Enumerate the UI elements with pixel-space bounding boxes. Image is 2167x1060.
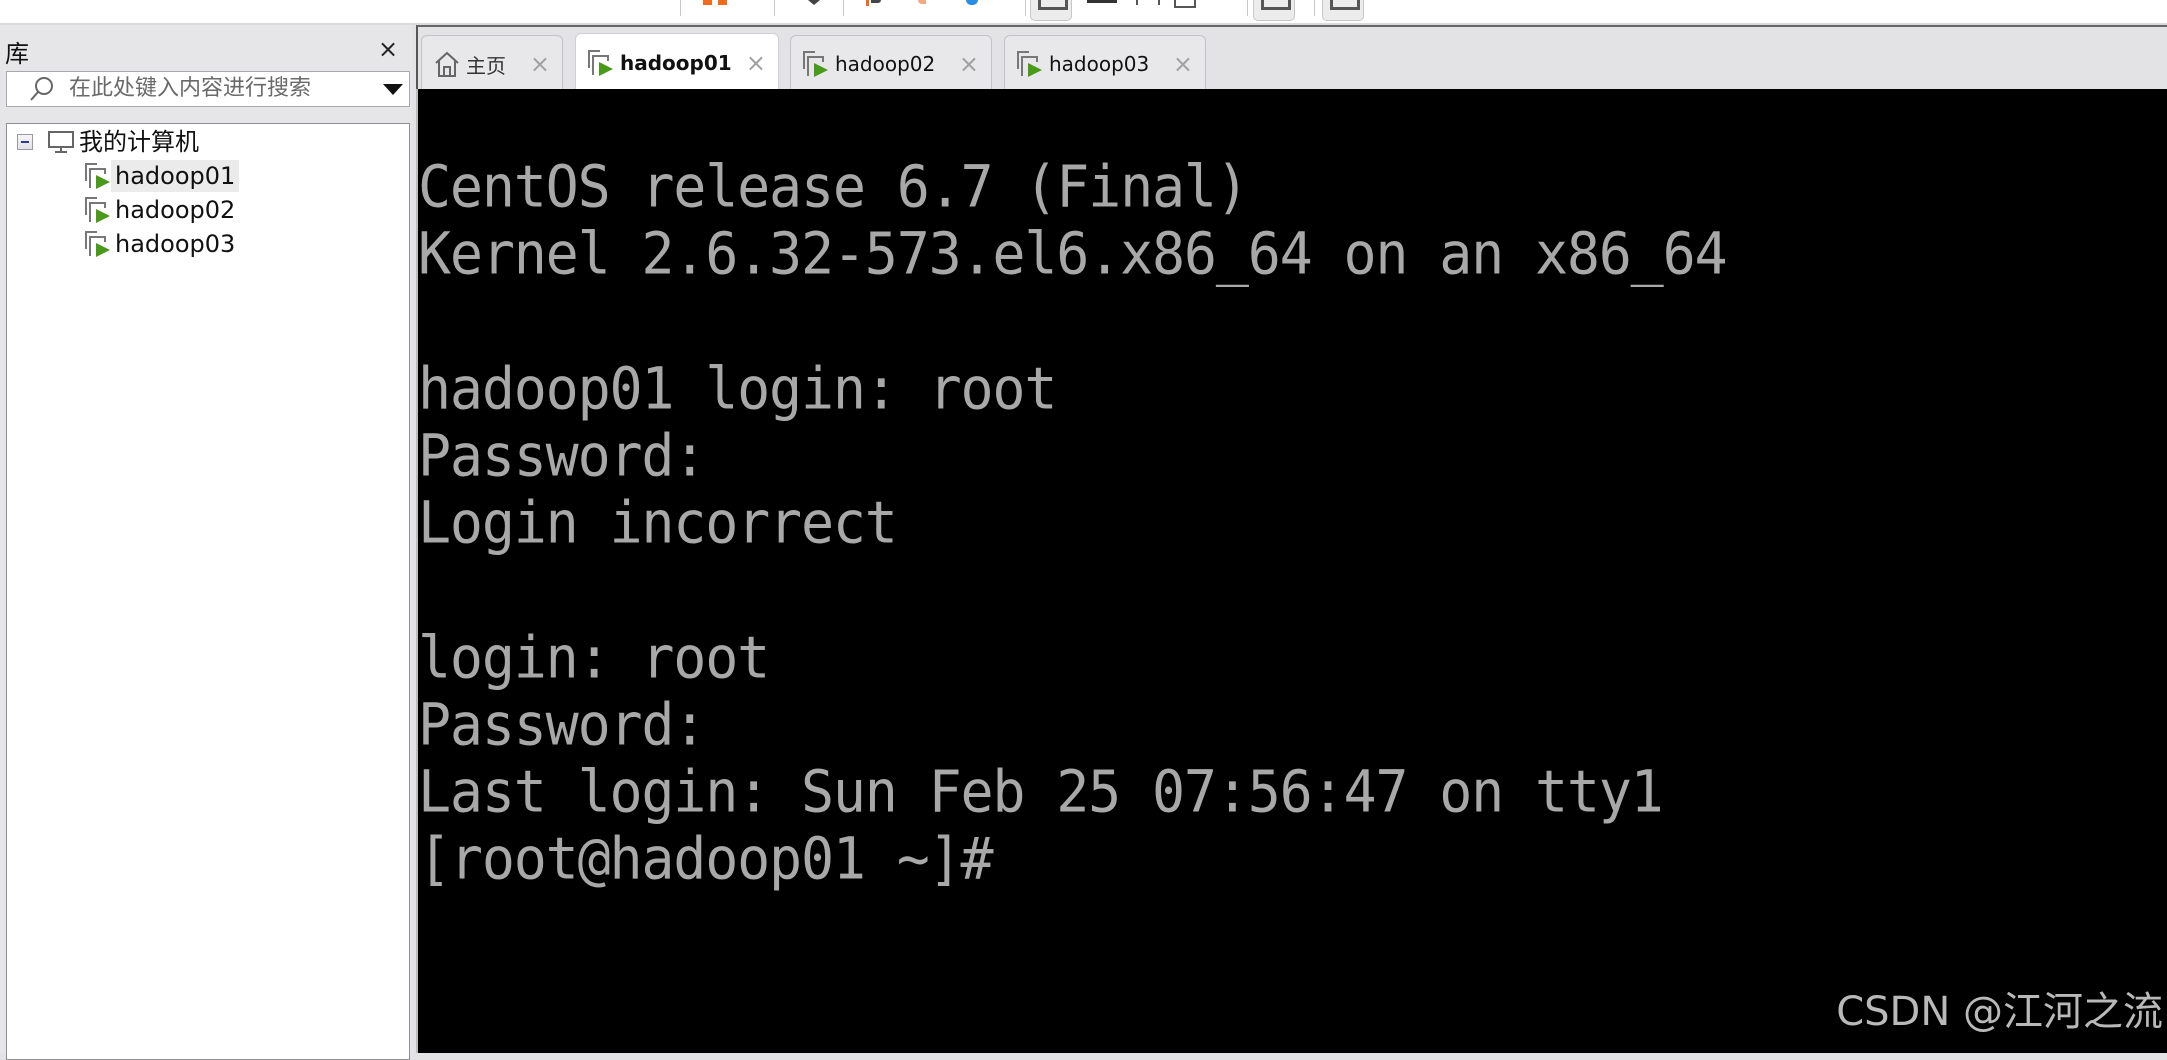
toolbar-separator: [680, 0, 681, 16]
close-tab-icon[interactable]: ×: [746, 49, 766, 77]
tab-hadoop03[interactable]: hadoop03 ×: [1004, 35, 1206, 92]
tree-item-hadoop02[interactable]: hadoop02: [83, 194, 239, 226]
watermark: CSDN @江河之流: [1836, 989, 2163, 1035]
collapse-icon[interactable]: [17, 134, 33, 150]
library-button[interactable]: [1322, 0, 1364, 21]
unity-icon[interactable]: [1087, 0, 1117, 17]
tab-hadoop02[interactable]: hadoop02 ×: [790, 35, 992, 92]
revert-icon[interactable]: [918, 0, 932, 17]
tree-root-label: 我的计算机: [79, 128, 199, 156]
toolbar-separator: [1247, 0, 1248, 16]
toolbar: [0, 0, 2167, 25]
console-line: Login incorrect: [418, 488, 898, 557]
library-search[interactable]: [6, 71, 410, 107]
vm-console[interactable]: CentOS release 6.7 (Final) Kernel 2.6.32…: [416, 89, 2167, 1053]
toolbar-separator: [1314, 0, 1315, 16]
pause-icon[interactable]: [703, 0, 729, 17]
home-icon: [435, 51, 459, 77]
tab-hadoop01[interactable]: hadoop01 ×: [575, 33, 779, 92]
search-dropdown-icon[interactable]: [383, 84, 403, 95]
vm-running-icon: [85, 197, 110, 223]
tab-bar: 主页 × hadoop01 × hadoop02 × hadoop03 ×: [416, 25, 2167, 92]
thumbnail-icon: [1261, 0, 1291, 10]
search-icon: [30, 77, 53, 101]
vm-running-icon: [588, 50, 613, 76]
toolbar-separator: [1025, 0, 1026, 16]
vm-running-icon: [1017, 51, 1042, 77]
close-tab-icon[interactable]: ×: [1173, 50, 1193, 78]
close-tab-icon[interactable]: ×: [530, 50, 550, 78]
tree-item-hadoop03[interactable]: hadoop03: [83, 228, 239, 260]
console-line: Password:: [418, 421, 706, 490]
tab-label: hadoop02: [835, 52, 936, 76]
view-console-button[interactable]: [1030, 0, 1072, 21]
vm-running-icon: [85, 163, 110, 189]
library-title: 库: [5, 40, 29, 68]
fullscreen-icon[interactable]: [1136, 0, 1160, 17]
close-library-button[interactable]: ×: [378, 35, 398, 63]
console-prompt: [root@hadoop01 ~]#: [418, 824, 994, 893]
tab-label: hadoop01: [620, 51, 732, 75]
vm-running-icon: [803, 51, 828, 77]
view-console-icon: [1038, 0, 1068, 10]
manage-snapshot-icon[interactable]: [966, 0, 980, 17]
console-line: CentOS release 6.7 (Final): [418, 152, 1249, 221]
vm-running-icon: [85, 231, 110, 257]
console-line: hadoop01 login: root: [418, 354, 1057, 423]
console-line: Last login: Sun Feb 25 07:56:47 on tty1: [418, 757, 1664, 826]
tree-root-my-computer[interactable]: 我的计算机: [17, 126, 203, 158]
tab-label: 主页: [466, 53, 506, 78]
snapshot-icon[interactable]: [866, 0, 886, 17]
tree-item-label: hadoop03: [115, 230, 236, 258]
tab-home[interactable]: 主页 ×: [421, 35, 563, 92]
close-tab-icon[interactable]: ×: [959, 50, 979, 78]
toolbar-separator: [774, 0, 775, 16]
fit-icon[interactable]: [1174, 0, 1202, 17]
console-line: Password:: [418, 690, 706, 759]
computer-icon: [48, 131, 74, 153]
search-input[interactable]: [69, 75, 359, 101]
tree-item-hadoop01[interactable]: hadoop01: [83, 160, 240, 192]
toolbar-separator: [843, 0, 844, 16]
tree-item-label: hadoop02: [115, 196, 236, 224]
thumbnail-button[interactable]: [1253, 0, 1295, 21]
console-line: login: root: [418, 623, 770, 692]
console-line: Kernel 2.6.32-573.el6.x86_64 on an x86_6…: [418, 219, 1728, 288]
library-panel: 库 × 我的计算机 hadoop01: [0, 25, 412, 1060]
vm-tree: 我的计算机 hadoop01 hadoop02 hadoop03: [6, 123, 410, 1060]
tab-label: hadoop03: [1049, 52, 1150, 76]
tree-item-label: hadoop01: [111, 160, 240, 192]
library-icon: [1330, 0, 1360, 10]
dropdown-arrow-icon[interactable]: [808, 0, 822, 17]
